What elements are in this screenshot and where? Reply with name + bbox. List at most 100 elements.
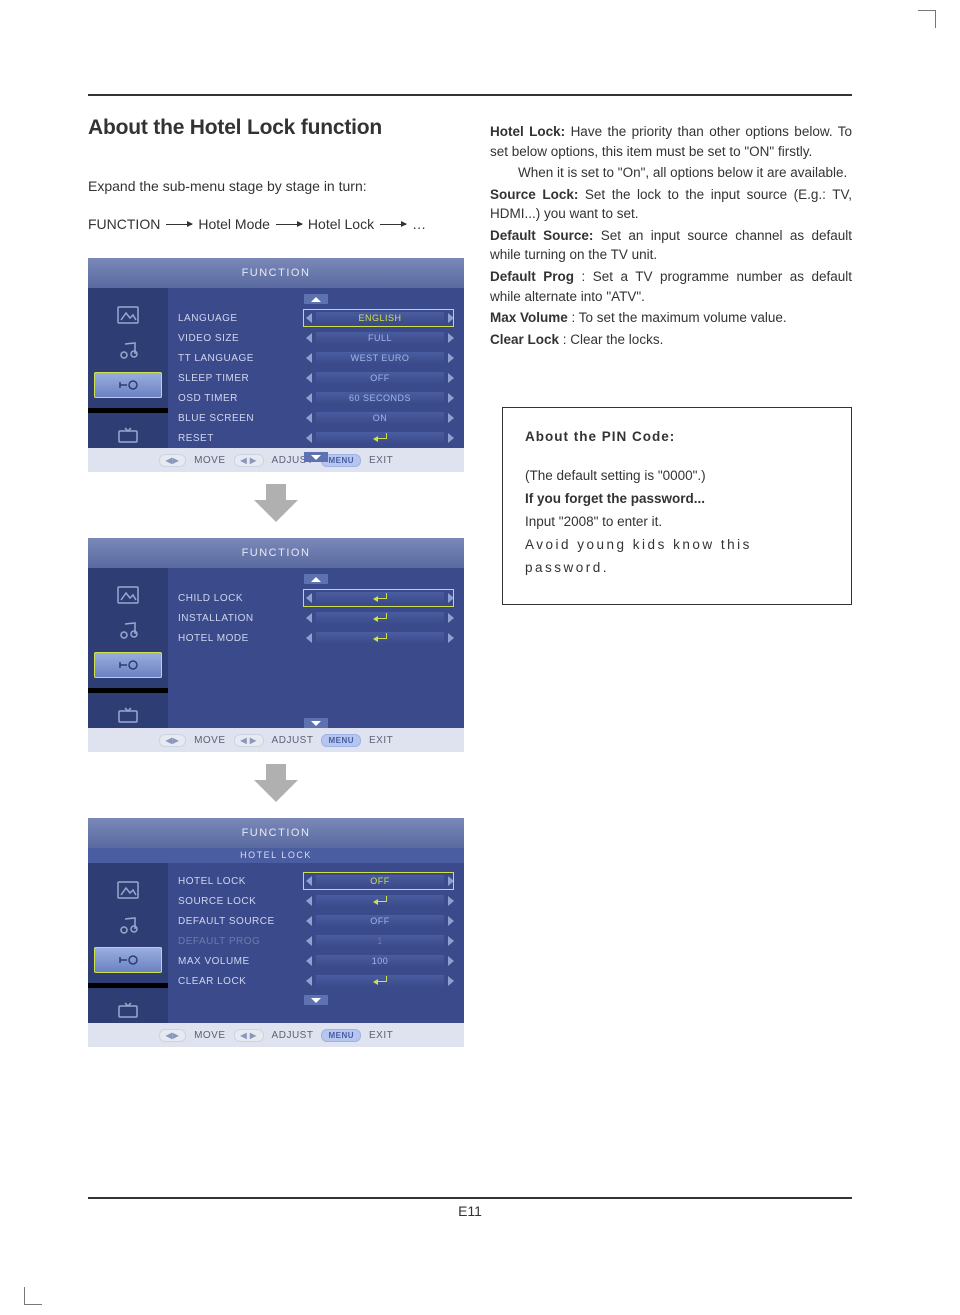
chevron-left-icon[interactable] (306, 413, 312, 423)
menu-row-control[interactable] (306, 632, 454, 644)
chevron-right-icon[interactable] (448, 393, 454, 403)
chevron-left-icon[interactable] (306, 936, 312, 946)
menu-row-control[interactable] (306, 975, 454, 987)
definitions-list: Hotel Lock: Have the priority than other… (490, 122, 852, 349)
menu-row[interactable]: SOURCE LOCK (178, 891, 454, 911)
chevron-right-icon[interactable] (448, 876, 454, 886)
menu-row[interactable]: TT LANGUAGEWEST EURO (178, 348, 454, 368)
chevron-left-icon[interactable] (306, 333, 312, 343)
menu-row-control[interactable]: 60 SECONDS (306, 392, 454, 404)
menu-row-control[interactable]: OFF (306, 875, 454, 887)
chevron-right-icon[interactable] (448, 956, 454, 966)
scroll-down-button[interactable] (304, 452, 328, 462)
chevron-right-icon[interactable] (448, 936, 454, 946)
osd-main-panel: HOTEL LOCKOFF SOURCE LOCK DEFAULT SOURCEOF… (168, 863, 464, 1023)
definition-item: Default Source: Set an input source chan… (490, 226, 852, 265)
menu-row-label: CHILD LOCK (178, 593, 306, 604)
menu-row-control[interactable]: 1 (306, 935, 454, 947)
menu-row[interactable]: BLUE SCREENON (178, 408, 454, 428)
definition-item: Source Lock: Set the lock to the input s… (490, 185, 852, 224)
menu-row[interactable]: HOTEL MODE (178, 628, 454, 648)
menu-row-control[interactable] (306, 432, 454, 444)
enter-arrow-icon (373, 976, 387, 984)
chevron-right-icon[interactable] (448, 333, 454, 343)
chevron-left-icon[interactable] (306, 353, 312, 363)
chevron-right-icon[interactable] (448, 433, 454, 443)
enter-arrow-icon (373, 633, 387, 641)
chevron-left-icon[interactable] (306, 433, 312, 443)
chevron-left-icon[interactable] (306, 956, 312, 966)
pin-default: (The default setting is "0000".) (525, 465, 831, 488)
chevron-right-icon[interactable] (448, 896, 454, 906)
chevron-left-icon[interactable] (306, 593, 312, 603)
scroll-down-button[interactable] (304, 995, 328, 1005)
menu-row[interactable]: DEFAULT PROG1 (178, 931, 454, 951)
menu-row-control[interactable]: WEST EURO (306, 352, 454, 364)
chevron-left-icon[interactable] (306, 373, 312, 383)
menu-row-control[interactable]: OFF (306, 915, 454, 927)
osd-title: FUNCTION (88, 818, 464, 848)
menu-row-control[interactable] (306, 895, 454, 907)
intro-text: Expand the sub-menu stage by stage in tu… (88, 178, 464, 194)
osd-footer: ◀▶ MOVE ◀ ▶ ADJUST MENU EXIT (88, 448, 464, 472)
menu-row-label: RESET (178, 433, 306, 444)
chevron-right-icon[interactable] (448, 613, 454, 623)
chevron-left-icon[interactable] (306, 876, 312, 886)
chevron-left-icon[interactable] (306, 613, 312, 623)
divider (88, 688, 168, 693)
definition-item: Hotel Lock: Have the priority than other… (490, 122, 852, 161)
menu-row-control[interactable]: 100 (306, 955, 454, 967)
menu-row-control[interactable]: ON (306, 412, 454, 424)
chevron-right-icon[interactable] (448, 413, 454, 423)
menu-row-control[interactable]: OFF (306, 372, 454, 384)
menu-value (316, 612, 444, 624)
menu-row-control[interactable] (306, 592, 454, 604)
chevron-left-icon[interactable] (306, 916, 312, 926)
chevron-left-icon[interactable] (306, 633, 312, 643)
menu-row[interactable]: MAX VOLUME100 (178, 951, 454, 971)
chevron-left-icon[interactable] (306, 896, 312, 906)
definition-term: Default Source: (490, 228, 601, 243)
chevron-right-icon[interactable] (448, 976, 454, 986)
enter-arrow-icon (373, 593, 387, 601)
chevron-left-icon[interactable] (306, 393, 312, 403)
pin-code-box: About the PIN Code: (The default setting… (502, 407, 852, 605)
menu-row[interactable]: VIDEO SIZEFULL (178, 328, 454, 348)
menu-value (316, 592, 444, 604)
chevron-left-icon[interactable] (306, 976, 312, 986)
menu-row[interactable]: DEFAULT SOURCEOFF (178, 911, 454, 931)
chevron-right-icon[interactable] (448, 633, 454, 643)
menu-row[interactable]: CHILD LOCK (178, 588, 454, 608)
chevron-right-icon[interactable] (448, 353, 454, 363)
music-icon (94, 617, 162, 642)
divider (88, 983, 168, 988)
menu-row[interactable]: INSTALLATION (178, 608, 454, 628)
menu-row-label: SOURCE LOCK (178, 896, 306, 907)
down-arrow-icon (254, 484, 298, 524)
scroll-up-button[interactable] (304, 294, 328, 304)
enter-arrow-icon (373, 896, 387, 904)
menu-row[interactable]: OSD TIMER60 SECONDS (178, 388, 454, 408)
menu-row-control[interactable] (306, 612, 454, 624)
menu-row[interactable]: RESET (178, 428, 454, 448)
menu-value (316, 432, 444, 444)
menu-row[interactable]: CLEAR LOCK (178, 971, 454, 991)
pin-title: About the PIN Code: (525, 426, 831, 449)
scroll-up-button[interactable] (304, 574, 328, 584)
chevron-right-icon[interactable] (448, 313, 454, 323)
arrow-icon (276, 224, 302, 225)
settings-icon (94, 372, 162, 397)
footer-adjust: ADJUST (272, 735, 314, 746)
chevron-right-icon[interactable] (448, 916, 454, 926)
scroll-down-button[interactable] (304, 718, 328, 728)
menu-row[interactable]: LANGUAGEENGLISH (178, 308, 454, 328)
menu-row[interactable]: SLEEP TIMEROFF (178, 368, 454, 388)
chevron-right-icon[interactable] (448, 373, 454, 383)
chevron-right-icon[interactable] (448, 593, 454, 603)
chevron-left-icon[interactable] (306, 313, 312, 323)
menu-row[interactable]: HOTEL LOCKOFF (178, 871, 454, 891)
crumb-4: … (412, 216, 426, 232)
top-rule (88, 94, 852, 96)
menu-row-control[interactable]: FULL (306, 332, 454, 344)
menu-row-control[interactable]: ENGLISH (306, 312, 454, 324)
